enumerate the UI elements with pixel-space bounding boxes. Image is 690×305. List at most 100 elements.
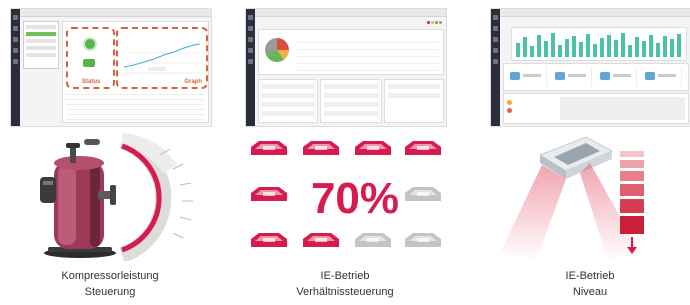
output-gauge-icon [119,133,193,263]
caption-line: Steuerung [84,286,136,298]
screenshot-level-dashboard [490,8,690,127]
sidebar [246,9,255,126]
empty-area [560,97,685,120]
level-bars-icon [620,151,644,234]
menu-icon [248,37,253,42]
main-panel: Status Graph [62,21,209,123]
top-bar [20,9,211,17]
indoor-unit-icon [555,72,565,80]
percentage-text: 70% [311,174,399,223]
menu-icon [493,26,498,31]
level-bar [642,41,646,57]
graph-tag: Graph [184,79,202,85]
list-item [262,102,314,107]
indoor-unit-icon [645,72,655,80]
legend [507,97,557,120]
menu-icon [13,59,18,64]
level-bar [649,35,653,57]
top-bar [500,9,690,17]
cassette-unit-icon [303,141,339,155]
menu-icon [493,59,498,64]
list-item [324,93,378,98]
level-bar [530,46,534,57]
table-row [297,36,439,43]
level-illustration [490,133,690,261]
sidebar [11,9,20,126]
list-item [26,39,56,43]
list-item [26,25,56,29]
list-item [262,111,314,116]
cassette-unit-icon [405,233,441,247]
table-row [297,64,439,71]
detail-panel [320,79,382,123]
menu-icon [13,15,18,20]
table-row [297,50,439,57]
level-bar [558,45,562,57]
status-on-icon [83,37,97,51]
airflow-beam [500,165,566,261]
status-indicators [426,11,442,29]
menu-icon [248,48,253,53]
list-item [262,84,314,89]
caption-line: Niveau [572,286,608,298]
feature-caption: IE-Betrieb Niveau [490,268,690,300]
menu-icon [248,26,253,31]
level-bar [656,43,660,57]
overview-panel [258,29,444,75]
detail-panel [258,79,318,123]
list-item [388,84,440,89]
lower-panel [503,93,689,124]
level-bar [551,33,555,57]
menu-icon [13,37,18,42]
summary-table [297,36,439,71]
trend-line-chart [124,43,200,74]
sidebar [491,9,500,126]
list-item [26,46,56,50]
unit-card [551,67,592,87]
cassette-unit-icon [251,233,287,247]
menu-icon [493,37,498,42]
indoor-unit-icon [510,72,520,80]
feature-caption: IE-Betrieb Verhältnissteuerung [245,268,445,300]
level-bar [544,41,548,57]
level-bar [537,35,541,57]
level-bar [663,36,667,57]
unit-card [596,67,637,87]
level-bar [579,42,583,57]
cassette-unit-icon [303,233,339,247]
menu-icon [248,15,253,20]
data-table [66,90,205,120]
table-row [297,43,439,50]
level-bar [586,34,590,57]
screenshot-ratio-dashboard [245,8,447,127]
list-item [324,102,378,107]
detail-panel [384,79,444,123]
list-item [324,111,378,116]
list-item [26,53,56,57]
cassette-unit-icon [405,141,441,155]
status-tag: Status [82,79,101,85]
list-item [388,93,440,98]
unit-cards [503,63,689,91]
table-row [66,115,205,120]
caption-line: IE-Betrieb [320,270,370,282]
level-bar [593,44,597,57]
compressor-icon [40,139,116,258]
list-item [324,84,378,89]
graph-section: Graph [116,27,208,89]
unit-card [506,67,547,87]
cassette-unit-icon [355,233,391,247]
unit-card [641,67,682,87]
list-item [26,32,56,36]
cassette-unit-icon [251,187,287,201]
table-row [297,57,439,64]
status-section: Status [66,27,115,89]
level-bar [572,36,576,57]
level-bar-chart [511,27,687,61]
cassette-unit-icon [355,141,391,155]
level-bar [516,43,520,57]
cassette-unit-icon [405,187,441,201]
cassette-unit-icon [251,141,287,155]
compressor-illustration [10,133,210,263]
list-item [262,93,314,98]
